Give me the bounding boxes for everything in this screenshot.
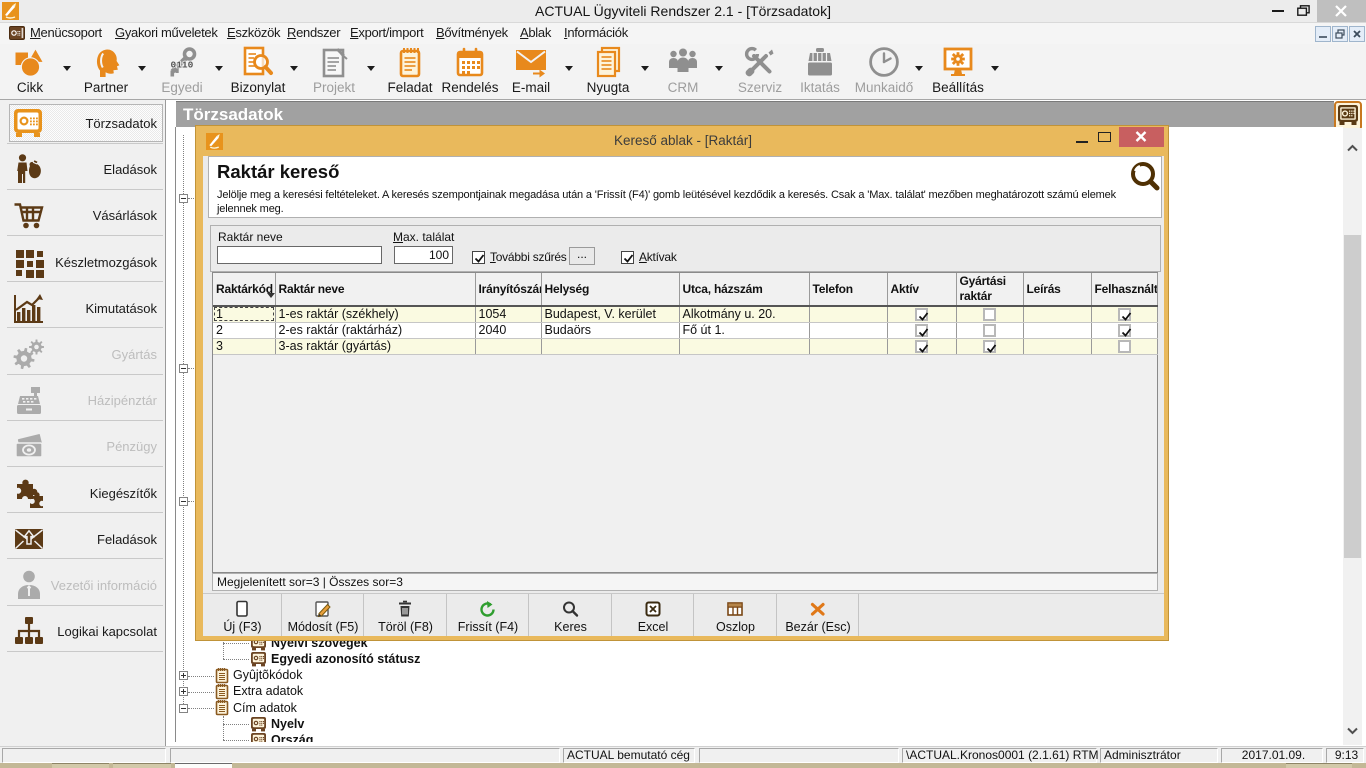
svg-text:0110: 0110 [171,60,194,71]
